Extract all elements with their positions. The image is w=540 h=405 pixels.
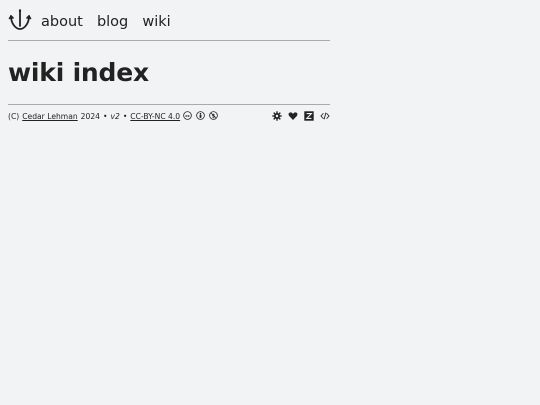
license-link[interactable]: CC-BY-NC 4.0	[130, 112, 180, 121]
zotero-icon[interactable]	[304, 111, 314, 121]
nav-link-wiki[interactable]: wiki	[142, 14, 170, 30]
nc-icon: $	[209, 110, 218, 122]
separator: •	[103, 111, 108, 121]
year: 2024	[80, 111, 100, 121]
page-wrapper: about blog wiki wiki index (C) Cedar Leh…	[8, 0, 330, 126]
top-navigation: about blog wiki	[8, 0, 330, 41]
cc-icon: cc	[183, 110, 192, 122]
author-link[interactable]: Cedar Lehman	[22, 112, 77, 121]
gear-icon[interactable]	[272, 111, 282, 121]
nav-link-blog[interactable]: blog	[97, 14, 128, 30]
copyright-mark: (C)	[8, 111, 20, 121]
code-icon[interactable]	[320, 111, 330, 121]
page-title: wiki index	[8, 41, 330, 105]
by-icon	[196, 110, 205, 122]
separator: •	[122, 111, 128, 121]
version-label: v2	[110, 111, 120, 121]
license-icons: cc $	[183, 110, 221, 122]
heart-icon[interactable]	[288, 111, 298, 121]
anchor-hook-logo-icon[interactable]	[8, 8, 32, 32]
nav-links: about blog wiki	[41, 11, 180, 30]
svg-text:cc: cc	[185, 112, 190, 117]
footer-actions	[272, 111, 330, 121]
footer: (C) Cedar Lehman 2024 • v2 • CC-BY-NC 4.…	[8, 106, 330, 126]
footer-credits: (C) Cedar Lehman 2024 • v2 • CC-BY-NC 4.…	[8, 110, 224, 122]
nav-link-about[interactable]: about	[41, 14, 83, 30]
